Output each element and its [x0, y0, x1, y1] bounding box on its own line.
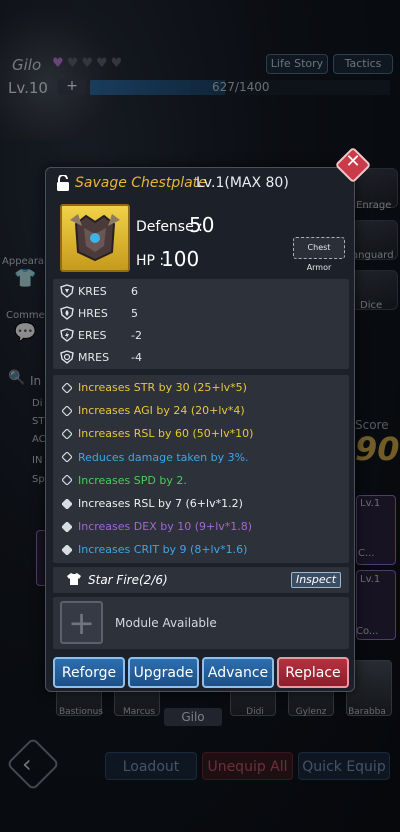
bonus-stat-row: Increases DEX by 10 (9+lv*1.8): [62, 520, 252, 533]
bonus-stat-text: Increases DEX by 10 (9+lv*1.8): [78, 520, 253, 534]
energy-shield-icon: [60, 328, 74, 342]
diamond-bullet-icon: [62, 405, 72, 416]
inspect-button[interactable]: Inspect: [291, 572, 341, 588]
resistance-row: KRES 6: [60, 282, 138, 300]
bonus-stat-row: Reduces damage taken by 3%.: [62, 451, 249, 464]
bonus-stat-text: Increases RSL by 7 (6+lv*1.2): [78, 497, 243, 510]
bonus-stat-row: Increases SPD by 2.: [62, 474, 187, 487]
resistance-value: -2: [131, 328, 142, 342]
replace-button[interactable]: Replace: [277, 657, 349, 688]
chest-armor-icon: [60, 204, 130, 272]
resistance-row: MRES -4: [60, 348, 142, 366]
bonus-stats-panel: [53, 375, 349, 563]
diamond-bullet-icon: [62, 452, 72, 463]
bonus-stat-text: Increases AGI by 24 (20+lv*4): [78, 404, 245, 418]
bonus-stat-text: Increases STR by 30 (25+lv*5): [78, 381, 247, 394]
hp-value: 100: [161, 247, 200, 271]
resistance-value: 5: [131, 306, 138, 320]
defense-value: 50: [189, 213, 215, 237]
bonus-stat-row: Increases RSL by 7 (6+lv*1.2): [62, 497, 243, 510]
resistance-value: -4: [131, 350, 142, 364]
kinetic-shield-icon: [60, 284, 74, 298]
shirt-icon: [67, 573, 81, 585]
heat-shield-icon: [60, 306, 74, 320]
resistance-value: 6: [131, 284, 138, 298]
close-icon: ✕: [345, 151, 361, 172]
resistance-name: ERES: [78, 328, 107, 342]
resistance-row: HRES 5: [60, 304, 138, 322]
item-type-chip: Chest Armor: [293, 237, 345, 272]
resistance-name: MRES: [78, 350, 110, 364]
reforge-button[interactable]: Reforge: [53, 657, 125, 688]
bonus-stat-row: Increases AGI by 24 (20+lv*4): [62, 404, 245, 417]
plus-icon: +: [68, 604, 95, 642]
item-title: Savage Chestplate: [75, 175, 207, 191]
item-level: Lv.1(MAX 80): [196, 175, 289, 191]
bonus-stat-text: Increases SPD by 2.: [78, 473, 187, 487]
diamond-bullet-icon: [62, 382, 72, 393]
advance-button[interactable]: Advance: [202, 657, 274, 688]
magic-shield-icon: [60, 350, 74, 364]
hp-label: HP :: [136, 253, 165, 269]
unlocked-icon[interactable]: [56, 175, 70, 191]
diamond-bullet-icon: [62, 544, 72, 555]
resistance-name: KRES: [78, 284, 107, 298]
bonus-stat-row: Increases RSL by 60 (50+lv*10): [62, 427, 253, 440]
diamond-bullet-icon: [62, 521, 72, 532]
bonus-stat-text: Reduces damage taken by 3%.: [78, 450, 249, 464]
module-available-text: Module Available: [115, 616, 217, 630]
upgrade-button[interactable]: Upgrade: [128, 657, 199, 688]
resistance-row: ERES -2: [60, 326, 142, 344]
bonus-stat-text: Increases CRIT by 9 (8+lv*1.6): [78, 543, 248, 557]
diamond-bullet-icon: [62, 428, 72, 439]
resistance-name: HRES: [78, 306, 108, 320]
diamond-bullet-icon: [62, 475, 72, 486]
bonus-stat-row: Increases STR by 30 (25+lv*5): [62, 381, 247, 394]
bonus-stat-text: Increases RSL by 60 (50+lv*10): [78, 427, 254, 441]
bonus-stat-row: Increases CRIT by 9 (8+lv*1.6): [62, 543, 247, 556]
set-name: Star Fire(2/6): [88, 573, 168, 587]
diamond-bullet-icon: [62, 498, 72, 509]
